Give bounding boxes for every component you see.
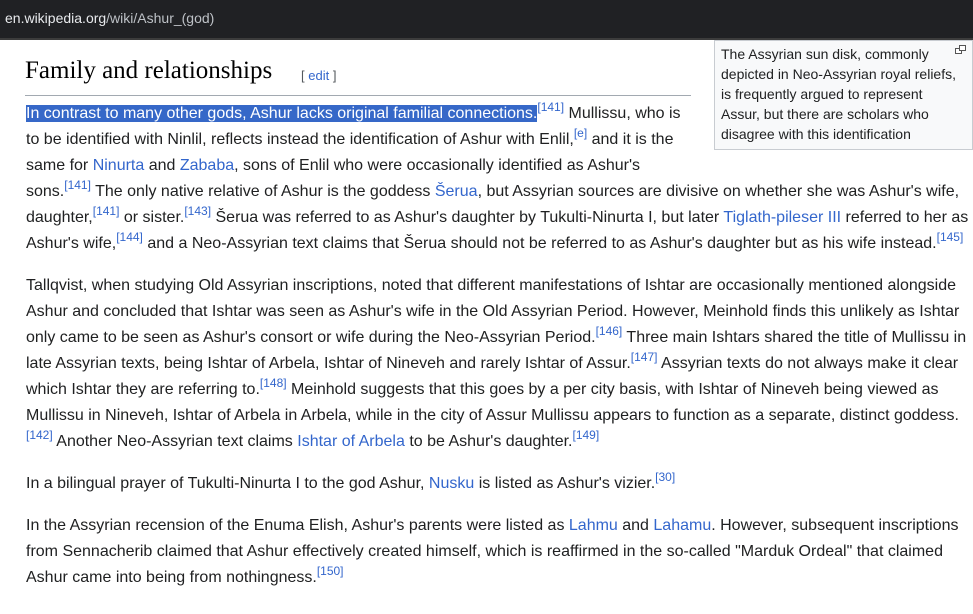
note-e[interactable]: [e] <box>574 126 587 140</box>
link-ishtar-of-arbela[interactable]: Ishtar of Arbela <box>297 433 405 450</box>
article-body: In contrast to many other gods, Ashur la… <box>26 101 973 607</box>
link-nusku[interactable]: Nusku <box>429 475 474 492</box>
text: is listed as Ashur's vizier. <box>474 475 656 492</box>
ref-147[interactable]: [147] <box>631 350 658 364</box>
paragraph-family: In contrast to many other gods, Ashur la… <box>26 101 973 257</box>
ref-30[interactable]: [30] <box>655 470 675 484</box>
address-bar[interactable]: en.wikipedia.org/wiki/Ashur_(god) <box>0 0 973 40</box>
ref-146[interactable]: [146] <box>596 324 623 338</box>
ref-141[interactable]: [141] <box>64 178 91 192</box>
ref-141[interactable]: [141] <box>537 100 564 114</box>
link-serua[interactable]: Šerua <box>435 183 478 200</box>
link-lahamu[interactable]: Lahamu <box>653 517 711 534</box>
text: and a Neo-Assyrian text claims that Šeru… <box>142 235 937 252</box>
link-lahmu[interactable]: Lahmu <box>569 517 618 534</box>
ref-144[interactable]: [144] <box>116 230 143 244</box>
text: and <box>144 157 180 174</box>
link-tiglath-pileser[interactable]: Tiglath-pileser III <box>723 209 841 226</box>
ref-148[interactable]: [148] <box>260 376 287 390</box>
text: and <box>617 517 654 534</box>
section-title: Family and relationships <box>25 57 273 84</box>
paragraph-enuma-elish: In the Assyrian recension of the Enuma E… <box>26 513 973 591</box>
text: to be Ashur's daughter. <box>404 433 573 450</box>
ref-143[interactable]: [143] <box>184 204 211 218</box>
enlarge-icon[interactable] <box>955 45 966 54</box>
ref-142[interactable]: [142] <box>26 428 53 442</box>
ref-141[interactable]: [141] <box>93 204 120 218</box>
text: In a bilingual prayer of Tukulti-Ninurta… <box>26 475 429 492</box>
edit-section: [ edit ] <box>301 68 336 83</box>
text: or sister. <box>119 209 185 226</box>
selected-text: In contrast to many other gods, Ashur la… <box>26 105 538 122</box>
ref-145[interactable]: [145] <box>937 230 964 244</box>
section-heading: Family and relationships [ edit ] <box>25 57 691 96</box>
url-host: en.wikipedia.org <box>5 10 107 26</box>
paragraph-nusku: In a bilingual prayer of Tukulti-Ninurta… <box>26 471 973 497</box>
paragraph-ishtar: Tallqvist, when studying Old Assyrian in… <box>26 273 973 455</box>
ref-150[interactable]: [150] <box>317 564 344 578</box>
url-path: /wiki/Ashur_(god) <box>106 10 215 26</box>
edit-link[interactable]: edit <box>308 68 329 83</box>
text: Another Neo-Assyrian text claims <box>52 433 298 450</box>
edit-bracket-close: ] <box>329 68 337 83</box>
url-text[interactable]: en.wikipedia.org/wiki/Ashur_(god) <box>5 10 214 26</box>
text: Šerua was referred to as Ashur's daughte… <box>211 209 724 226</box>
text: In the Assyrian recension of the Enuma E… <box>26 517 569 534</box>
link-ninurta[interactable]: Ninurta <box>93 157 145 174</box>
ref-149[interactable]: [149] <box>573 428 600 442</box>
link-zababa[interactable]: Zababa <box>180 157 234 174</box>
text: The only native relative of Ashur is the… <box>90 183 435 200</box>
